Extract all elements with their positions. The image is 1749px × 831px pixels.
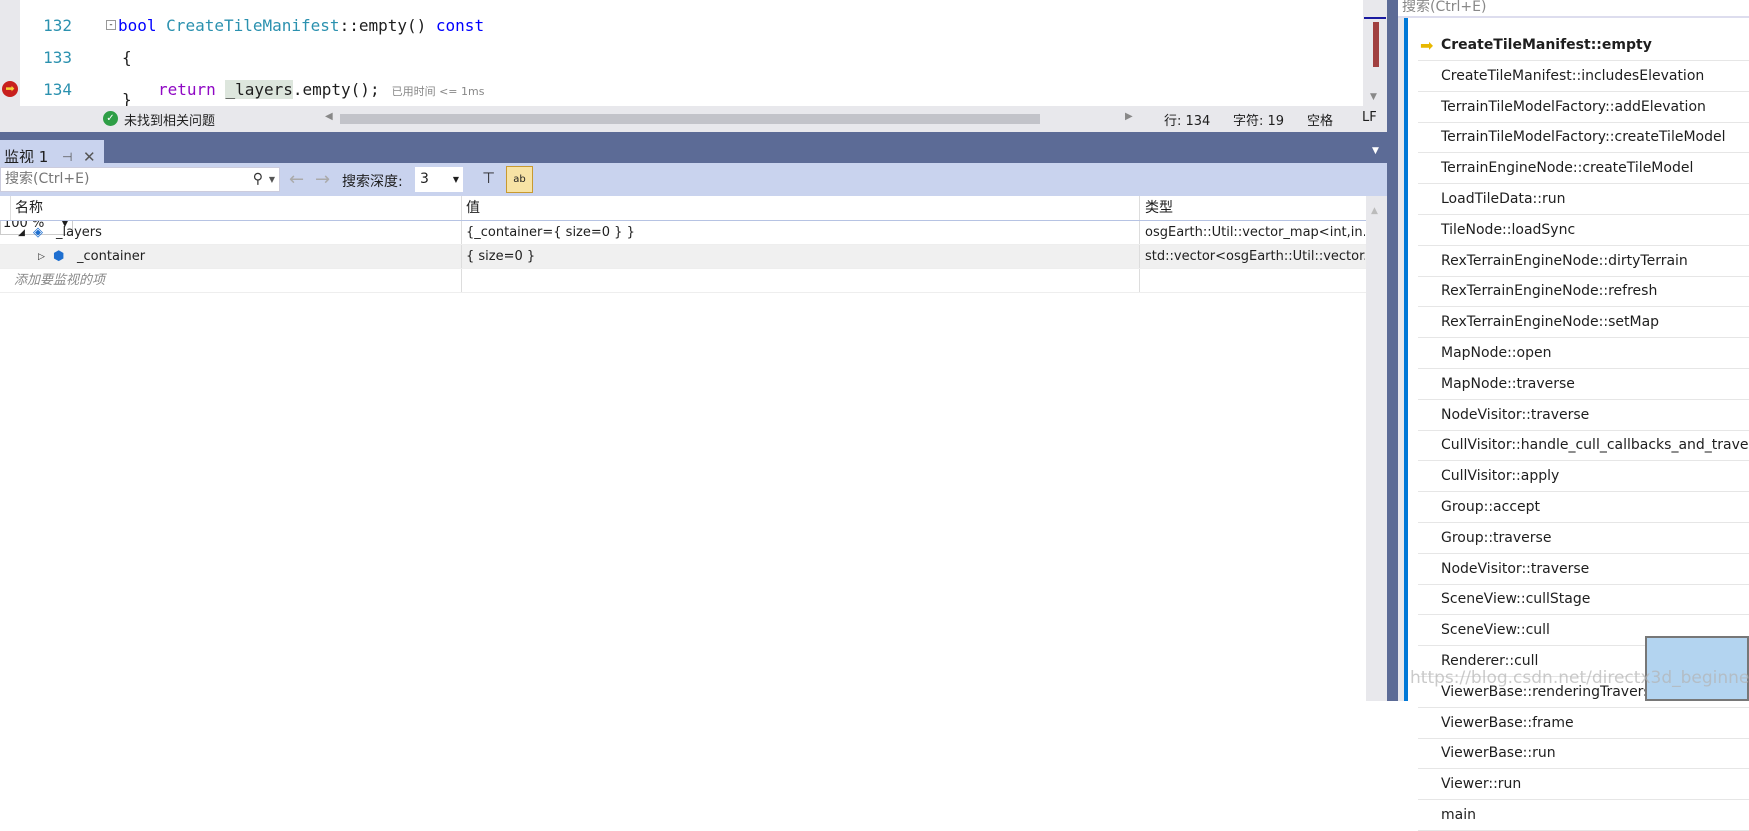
watch-toolbar: 搜索(Ctrl+E) ⚲ ▼ ← → 搜索深度: 3 ▼ ⊤ ab: [0, 163, 1387, 196]
table-row[interactable]: ▷ ⬢ _container { size=0 } std::vector<os…: [0, 245, 1366, 269]
call-stack-frame[interactable]: MapNode::traverse: [1418, 369, 1749, 400]
line-indicator[interactable]: 行: 134: [1164, 110, 1210, 129]
call-stack-frame[interactable]: LoadTileData::run: [1418, 184, 1749, 215]
callstack-search-input[interactable]: 搜索(Ctrl+E): [1398, 0, 1749, 18]
column-header-type[interactable]: 类型: [1145, 196, 1365, 221]
check-icon: ✓: [103, 111, 118, 126]
field-icon: ⬢: [53, 249, 65, 264]
call-stack-frame[interactable]: CullVisitor::apply: [1418, 461, 1749, 493]
call-stack-frame[interactable]: RexTerrainEngineNode::refresh: [1418, 276, 1749, 308]
variable-icon: ◈: [33, 225, 43, 240]
collapse-arrow-icon[interactable]: ▷: [38, 245, 45, 269]
search-depth-label: 搜索深度:: [342, 174, 403, 190]
scroll-right-icon[interactable]: ▶: [1125, 111, 1133, 122]
table-row[interactable]: ◢ ◈ _layers {_container={ size=0 } } osg…: [0, 221, 1366, 245]
add-watch-row[interactable]: 添加要监视的项: [0, 269, 1366, 293]
line-number: 133: [43, 48, 72, 67]
code-line-133: {: [122, 48, 132, 67]
elapsed-time: 已用时间 <= 1ms: [391, 85, 485, 98]
call-stack-frame[interactable]: TerrainTileModelFactory::addElevation: [1418, 92, 1749, 123]
call-stack-frame[interactable]: CreateTileManifest::empty: [1418, 30, 1749, 61]
call-stack-frame[interactable]: RexTerrainEngineNode::dirtyTerrain: [1418, 246, 1749, 277]
horizontal-scrollbar-thumb[interactable]: [340, 114, 1040, 124]
panel-splitter[interactable]: [1387, 0, 1398, 701]
line-number: 132: [43, 16, 72, 35]
current-frame-arrow-icon: ➡: [1420, 36, 1434, 55]
call-stack-frame[interactable]: CullVisitor::handle_cull_callbacks_and_t…: [1418, 430, 1749, 462]
call-stack-frame[interactable]: TerrainTileModelFactory::createTileModel: [1418, 122, 1749, 154]
search-input[interactable]: 搜索(Ctrl+E) ⚲ ▼: [0, 167, 280, 192]
code-line-135: }: [122, 90, 132, 106]
current-line-breakpoint-icon: ➡: [2, 81, 18, 97]
search-icon[interactable]: ⚲: [253, 168, 263, 191]
scroll-left-icon[interactable]: ◀: [325, 111, 333, 122]
call-stack-frame[interactable]: ViewerBase::run: [1418, 738, 1749, 770]
expand-icon[interactable]: ◢: [18, 221, 25, 245]
call-stack-frame[interactable]: Group::traverse: [1418, 523, 1749, 554]
hex-display-toggle-icon[interactable]: ab: [506, 166, 533, 193]
call-stack-frame[interactable]: CreateTileManifest::includesElevation: [1418, 61, 1749, 92]
call-stack-frame[interactable]: Group::accept: [1418, 492, 1749, 523]
call-stack-frame[interactable]: Viewer::run: [1418, 769, 1749, 801]
call-stack-frame[interactable]: main: [1418, 800, 1749, 831]
call-stack-frame[interactable]: NodeVisitor::traverse: [1418, 554, 1749, 585]
line-number: 134: [43, 80, 72, 99]
watch-vertical-scrollbar[interactable]: ▲: [1366, 196, 1387, 701]
whitespace-indicator[interactable]: 空格: [1307, 110, 1333, 129]
editor-vertical-scrollbar[interactable]: ▼: [1363, 0, 1387, 106]
search-depth-dropdown[interactable]: 3 ▼: [415, 167, 463, 192]
column-header-name[interactable]: 名称: [15, 196, 43, 221]
call-stack-frame[interactable]: RexTerrainEngineNode::setMap: [1418, 307, 1749, 339]
forward-arrow-icon[interactable]: →: [315, 169, 330, 190]
code-line-132: bool CreateTileManifest::empty() const: [118, 16, 485, 35]
code-line-134: return _layers.empty(); 已用时间 <= 1ms: [158, 80, 485, 99]
call-stack-frame[interactable]: NodeVisitor::traverse: [1418, 400, 1749, 431]
filter-pin-icon[interactable]: ⊤: [482, 169, 495, 187]
call-stack-frame[interactable]: SceneView::cullStage: [1418, 584, 1749, 616]
issues-status[interactable]: 未找到相关问题: [124, 110, 215, 129]
call-stack-frame[interactable]: MapNode::open: [1418, 338, 1749, 369]
back-arrow-icon[interactable]: ←: [289, 169, 304, 190]
line-ending-indicator[interactable]: LF: [1362, 110, 1377, 125]
call-stack-frame[interactable]: ViewerBase::frame: [1418, 708, 1749, 739]
call-stack-frame[interactable]: TileNode::loadSync: [1418, 215, 1749, 246]
collapse-icon[interactable]: -: [106, 20, 116, 30]
column-header-value[interactable]: 值: [466, 196, 480, 221]
editor-status-bar: 100 % ▼ ✓ 未找到相关问题 ◀ ▶ 行: 134 字符: 19 空格 LF: [0, 106, 1387, 235]
watch-table-header: 名称 值 类型: [0, 196, 1366, 221]
watermark: https://blog.csdn.net/directx3d_beginner: [1410, 668, 1749, 688]
char-indicator[interactable]: 字符: 19: [1233, 110, 1284, 129]
call-stack-frame[interactable]: TerrainEngineNode::createTileModel: [1418, 153, 1749, 185]
window-menu-icon[interactable]: ▼: [1372, 146, 1379, 156]
